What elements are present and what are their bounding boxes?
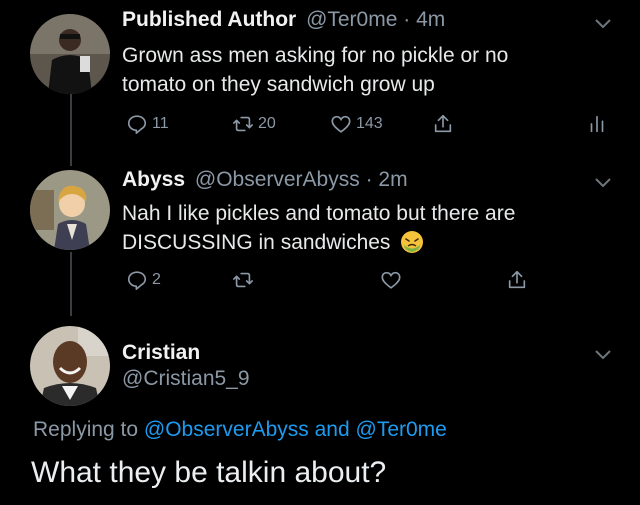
heart-icon: [381, 271, 401, 289]
chevron-down-icon[interactable]: [594, 17, 612, 29]
replying-and: and: [308, 418, 356, 441]
heart-icon: [331, 115, 351, 133]
avatar[interactable]: [30, 14, 110, 94]
tweet-header: Abyss @ObserverAbyss · 2m: [122, 168, 408, 192]
retweet-button[interactable]: [232, 269, 258, 291]
timestamp[interactable]: 4m: [416, 8, 445, 31]
timestamp[interactable]: 2m: [378, 168, 407, 191]
tweet-text: Grown ass men asking for no pickle or no…: [122, 41, 508, 99]
replying-to: Replying to @ObserverAbyss and @Ter0me: [33, 418, 447, 442]
thread-line: [70, 94, 72, 166]
analytics-button[interactable]: [586, 113, 612, 135]
replying-to-prefix: Replying to: [33, 418, 144, 441]
reply-button[interactable]: 11: [126, 113, 169, 135]
reply-button[interactable]: 2: [126, 269, 161, 291]
tweet-text-line: Grown ass men asking for no pickle or no: [122, 44, 509, 67]
retweet-button[interactable]: 20: [232, 113, 276, 135]
tweet-text-line-wrap: DISCUSSING in sandwiches: [122, 228, 515, 257]
tweet-text-line: DISCUSSING in sandwiches: [122, 231, 391, 254]
reply-author-name: Cristian: [122, 341, 200, 365]
separator-dot: ·: [359, 168, 379, 191]
display-name[interactable]: Cristian: [122, 341, 200, 364]
retweet-icon: [233, 272, 253, 288]
like-count: 143: [356, 115, 383, 132]
retweet-count: 20: [258, 115, 276, 132]
reply-icon: [127, 271, 147, 290]
reply-text: What they be talkin about?: [31, 456, 387, 489]
analytics-icon: [590, 115, 604, 133]
reply-author-handle: @Cristian5_9: [122, 367, 250, 391]
share-icon: [508, 270, 526, 289]
avatar[interactable]: [30, 170, 110, 250]
chevron-down-icon[interactable]: [594, 348, 612, 360]
reply-count: 11: [152, 115, 169, 132]
share-button[interactable]: [432, 113, 458, 135]
avatar[interactable]: [30, 326, 110, 406]
display-name[interactable]: Abyss: [122, 168, 185, 191]
tweet-text-line: tomato on they sandwich grow up: [122, 73, 435, 96]
like-button[interactable]: [380, 269, 406, 291]
display-name[interactable]: Published Author: [122, 8, 296, 31]
handle[interactable]: @Ter0me: [306, 8, 397, 31]
mention-link[interactable]: @ObserverAbyss: [144, 418, 309, 441]
separator-dot: ·: [397, 8, 417, 31]
reply-count: 2: [152, 271, 161, 288]
chevron-down-icon[interactable]: [594, 176, 612, 188]
handle[interactable]: @Cristian5_9: [122, 367, 250, 390]
reply-icon: [127, 115, 147, 134]
thread-line: [70, 252, 72, 316]
tweet-text: Nah I like pickles and tomato but there …: [122, 199, 515, 257]
like-button[interactable]: 143: [330, 113, 383, 135]
nauseated-face-icon: [401, 231, 424, 253]
tweet-text-line: Nah I like pickles and tomato but there …: [122, 202, 516, 225]
share-icon: [434, 114, 452, 133]
retweet-icon: [233, 116, 253, 132]
share-button[interactable]: [506, 269, 532, 291]
handle[interactable]: @ObserverAbyss: [195, 168, 360, 191]
mention-link[interactable]: @Ter0me: [356, 418, 447, 441]
tweet-header: Published Author @Ter0me · 4m: [122, 8, 445, 32]
